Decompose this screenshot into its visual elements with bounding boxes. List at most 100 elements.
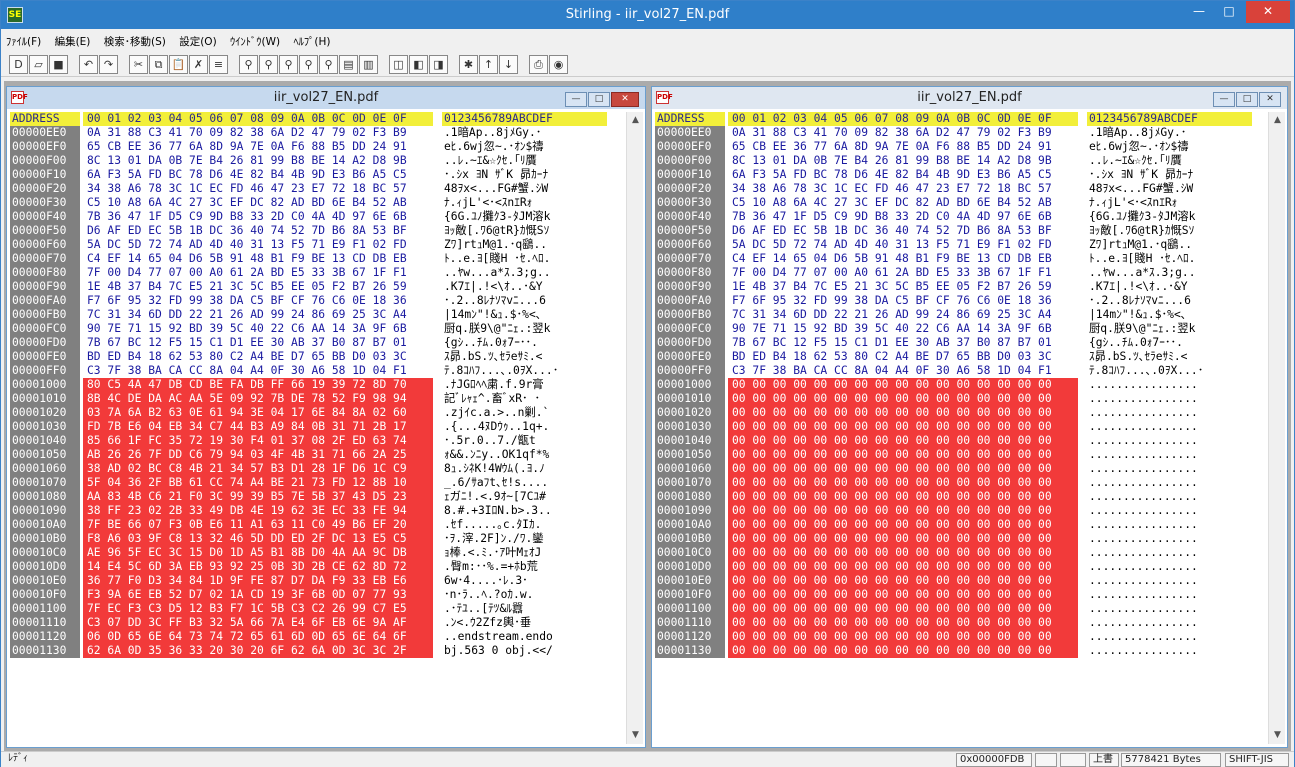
hex-bytes[interactable]: F8 A6 03 9F C8 13 32 46 5D DD ED 2F DC 1… — [83, 532, 433, 546]
char-text[interactable]: Zﾜ]rtｭM@1.･q鷂.. — [1087, 238, 1252, 252]
hex-row[interactable]: 00001030 00 00 00 00 00 00 00 00 00 00 00… — [655, 420, 1267, 434]
char-text[interactable]: ･.ｼx ﾖN ｻﾞK 昴ｶｰﾅ — [442, 168, 607, 182]
hex-row[interactable]: 00000F50 D6 AF ED EC 5B 1B DC 36 40 74 52… — [10, 224, 625, 238]
hex-bytes[interactable]: C4 EF 14 65 04 D6 5B 91 48 B1 F9 BE 13 C… — [83, 252, 433, 266]
char-text[interactable]: ................ — [1087, 574, 1252, 588]
char-text[interactable]: ..endstream.endo — [442, 630, 607, 644]
char-text[interactable]: ................ — [1087, 490, 1252, 504]
char-text[interactable]: .1暗Ap..8jﾒGy.･ — [1087, 126, 1252, 140]
maximize-button[interactable]: □ — [1214, 1, 1244, 23]
char-text[interactable]: ................ — [1087, 616, 1252, 630]
hex-row[interactable]: 00001050 AB 26 26 7F DD C6 79 94 03 4F 4B… — [10, 448, 625, 462]
paste-icon[interactable]: 📋 — [169, 55, 188, 74]
hex-bytes[interactable]: 5A DC 5D 72 74 AD 4D 40 31 13 F5 71 E9 F… — [83, 238, 433, 252]
hex-row[interactable]: 00000FF0 C3 7F 38 BA CA CC 8A 04 A4 0F 30… — [655, 364, 1267, 378]
char-text[interactable]: ･n･ﾗ..ﾍ.?oｶ.w. — [442, 588, 607, 602]
hex-bytes[interactable]: 00 00 00 00 00 00 00 00 00 00 00 00 00 0… — [728, 546, 1078, 560]
right-scrollbar[interactable]: ▲ ▼ — [1268, 112, 1285, 744]
hex-bytes[interactable]: 1E 4B 37 B4 7C E5 21 3C 5C B5 EE 05 F2 B… — [83, 280, 433, 294]
char-text[interactable]: bj.563 0 obj.<</ — [442, 644, 607, 658]
hex-row[interactable]: 000010F0 F3 9A 6E EB 52 D7 02 1A CD 19 3F… — [10, 588, 625, 602]
hex-row[interactable]: 00000F20 34 38 A6 78 3C 1C EC FD 46 47 23… — [10, 182, 625, 196]
hex-row[interactable]: 00001030 FD 7B E6 04 EB 34 C7 44 B3 A9 84… — [10, 420, 625, 434]
hex-bytes[interactable]: 34 38 A6 78 3C 1C EC FD 46 47 23 E7 72 1… — [728, 182, 1078, 196]
char-text[interactable]: {6G.ﾕﾉ攤ｸ3-ﾀJM溶k — [1087, 210, 1252, 224]
hex-row[interactable]: 000010F0 00 00 00 00 00 00 00 00 00 00 00… — [655, 588, 1267, 602]
hex-bytes[interactable]: 00 00 00 00 00 00 00 00 00 00 00 00 00 0… — [728, 518, 1078, 532]
hex-row[interactable]: 000010D0 00 00 00 00 00 00 00 00 00 00 00… — [655, 560, 1267, 574]
hex-bytes[interactable]: 00 00 00 00 00 00 00 00 00 00 00 00 00 0… — [728, 630, 1078, 644]
char-text[interactable]: {gｼ..ﾁﾑ.0ｫ7ｰ･･. — [442, 336, 607, 350]
right-maximize-button[interactable]: □ — [1236, 92, 1258, 107]
hex-row[interactable]: 00001080 AA 83 4B C6 21 F0 3C 99 39 B5 7E… — [10, 490, 625, 504]
char-text[interactable]: ................ — [1087, 546, 1252, 560]
hex-row[interactable]: 00001000 80 C5 4A 47 DB CD BE FA DB FF 66… — [10, 378, 625, 392]
char-text[interactable]: ﾖｯ敵[.ﾜ6@tR}ｶ慨Sｿ — [442, 224, 607, 238]
char-text[interactable]: ﾅ.ｨjL'<･<ｽnｴRｫ — [442, 196, 607, 210]
hex-bytes[interactable]: 7B 36 47 1F D5 C9 9D B8 33 2D C0 4A 4D 9… — [728, 210, 1078, 224]
right-document-window[interactable]: PDF iir_vol27_EN.pdf — □ ✕ ADDRESS 00 01 02… — [651, 86, 1288, 748]
list-icon[interactable]: ≡ — [209, 55, 228, 74]
hex-bytes[interactable]: FD 7B E6 04 EB 34 C7 44 B3 A9 84 0B 31 7… — [83, 420, 433, 434]
char-text[interactable]: ｫ&&.ﾝﾆy..OK1qf*% — [442, 448, 607, 462]
char-text[interactable]: .ﾅJGﾛﾍﾍ粛.f.9r膏 — [442, 378, 607, 392]
char-text[interactable]: ................ — [1087, 630, 1252, 644]
hex-bytes[interactable]: 62 6A 0D 35 36 33 20 30 20 6F 62 6A 0D 3… — [83, 644, 433, 658]
hex-bytes[interactable]: 00 00 00 00 00 00 00 00 00 00 00 00 00 0… — [728, 532, 1078, 546]
char-text[interactable]: ................ — [1087, 560, 1252, 574]
char-text[interactable]: _.6/ｻaﾌt､ｾ!s.... — [442, 476, 607, 490]
hex-bytes[interactable]: 7C 31 34 6D DD 22 21 26 AD 99 24 86 69 2… — [83, 308, 433, 322]
hex-row[interactable]: 00000FA0 F7 6F 95 32 FD 99 38 DA C5 BF CF… — [655, 294, 1267, 308]
hex-bytes[interactable]: 00 00 00 00 00 00 00 00 00 00 00 00 00 0… — [728, 644, 1078, 658]
scroll-down-icon[interactable]: ▼ — [627, 727, 644, 744]
hex-row[interactable]: 00001100 00 00 00 00 00 00 00 00 00 00 00… — [655, 602, 1267, 616]
find-hex-icon[interactable]: ⚲ — [299, 55, 318, 74]
hex-row[interactable]: 00001110 00 00 00 00 00 00 00 00 00 00 00… — [655, 616, 1267, 630]
cut-icon[interactable]: ✂ — [129, 55, 148, 74]
find-next-icon[interactable]: ⚲ — [259, 55, 278, 74]
hex-row[interactable]: 00001130 62 6A 0D 35 36 33 20 30 20 6F 62… — [10, 644, 625, 658]
hex-row[interactable]: 00000FB0 7C 31 34 6D DD 22 21 26 AD 99 24… — [655, 308, 1267, 322]
hex-row[interactable]: 00000F10 6A F3 5A FD BC 78 D6 4E 82 B4 4B… — [655, 168, 1267, 182]
hex-bytes[interactable]: F3 9A 6E EB 52 D7 02 1A CD 19 3F 6B 0D 0… — [83, 588, 433, 602]
menu-help[interactable]: ﾍﾙﾌﾟ(H) — [288, 29, 335, 49]
print-icon[interactable]: ⎙ — [529, 55, 548, 74]
hex-row[interactable]: 00000EF0 65 CB EE 36 77 6A 8D 9A 7E 0A F6… — [10, 140, 625, 154]
char-text[interactable]: .K7ｴ|.!<\ｵ..･&Y — [1087, 280, 1252, 294]
char-text[interactable]: .ｾf.....｡c.ﾀIｶ. — [442, 518, 607, 532]
find-prev-icon[interactable]: ⚲ — [279, 55, 298, 74]
hex-bytes[interactable]: 00 00 00 00 00 00 00 00 00 00 00 00 00 0… — [728, 490, 1078, 504]
left-document-window[interactable]: PDF iir_vol27_EN.pdf — □ ✕ ADDRESS 00 01 02… — [6, 86, 646, 748]
hex-bytes[interactable]: 8B 4C DE DA AC AA 5E 09 92 7B DE 78 52 F… — [83, 392, 433, 406]
left-close-button[interactable]: ✕ — [611, 92, 639, 107]
char-text[interactable]: ｽ昴.bS.ﾂ､ｾﾗeｻﾐ.< — [1087, 350, 1252, 364]
hex-bytes[interactable]: C5 10 A8 6A 4C 27 3C EF DC 82 AD BD 6E B… — [728, 196, 1078, 210]
hex-row[interactable]: 00000FB0 7C 31 34 6D DD 22 21 26 AD 99 24… — [10, 308, 625, 322]
hex-bytes[interactable]: 7B 67 BC 12 F5 15 C1 D1 EE 30 AB 37 B0 8… — [728, 336, 1078, 350]
hex-bytes[interactable]: 00 00 00 00 00 00 00 00 00 00 00 00 00 0… — [728, 434, 1078, 448]
hex-row[interactable]: 00001050 00 00 00 00 00 00 00 00 00 00 00… — [655, 448, 1267, 462]
hex-row[interactable]: 00000F90 1E 4B 37 B4 7C E5 21 3C 5C B5 EE… — [655, 280, 1267, 294]
char-text[interactable]: ..ﾔw...a*ｽ.3;g.. — [1087, 266, 1252, 280]
save-icon[interactable]: ■ — [49, 55, 68, 74]
char-text[interactable]: ･.ｼx ﾖN ｻﾞK 昴ｶｰﾅ — [1087, 168, 1252, 182]
char-text[interactable]: 8.#.+3IﾛN.b>.3.. — [442, 504, 607, 518]
hex-row[interactable]: 00000F50 D6 AF ED EC 5B 1B DC 36 40 74 52… — [655, 224, 1267, 238]
char-text[interactable]: ................ — [1087, 588, 1252, 602]
hex-row[interactable]: 00000F10 6A F3 5A FD BC 78 D6 4E 82 B4 4B… — [10, 168, 625, 182]
hex-row[interactable]: 00000FC0 90 7E 71 15 92 BD 39 5C 40 22 C6… — [655, 322, 1267, 336]
hex-bytes[interactable]: 00 00 00 00 00 00 00 00 00 00 00 00 00 0… — [728, 406, 1078, 420]
hex-bytes[interactable]: 00 00 00 00 00 00 00 00 00 00 00 00 00 0… — [728, 588, 1078, 602]
hex-bytes[interactable]: D6 AF ED EC 5B 1B DC 36 40 74 52 7D B6 8… — [83, 224, 433, 238]
char-text[interactable]: ................ — [1087, 392, 1252, 406]
hex-bytes[interactable]: 00 00 00 00 00 00 00 00 00 00 00 00 00 0… — [728, 504, 1078, 518]
char-text[interactable]: ................ — [1087, 378, 1252, 392]
hex-row[interactable]: 00000F20 34 38 A6 78 3C 1C EC FD 46 47 23… — [655, 182, 1267, 196]
hex-bytes[interactable]: 00 00 00 00 00 00 00 00 00 00 00 00 00 0… — [728, 392, 1078, 406]
bit-down-icon[interactable]: ↓ — [499, 55, 518, 74]
hex-bytes[interactable]: 80 C5 4A 47 DB CD BE FA DB FF 66 19 39 7… — [83, 378, 433, 392]
hex-bytes[interactable]: AB 26 26 7F DD C6 79 94 03 4F 4B 31 71 6… — [83, 448, 433, 462]
hex-row[interactable]: 00001040 00 00 00 00 00 00 00 00 00 00 00… — [655, 434, 1267, 448]
char-text[interactable]: ................ — [1087, 448, 1252, 462]
open-icon[interactable]: ▱ — [29, 55, 48, 74]
